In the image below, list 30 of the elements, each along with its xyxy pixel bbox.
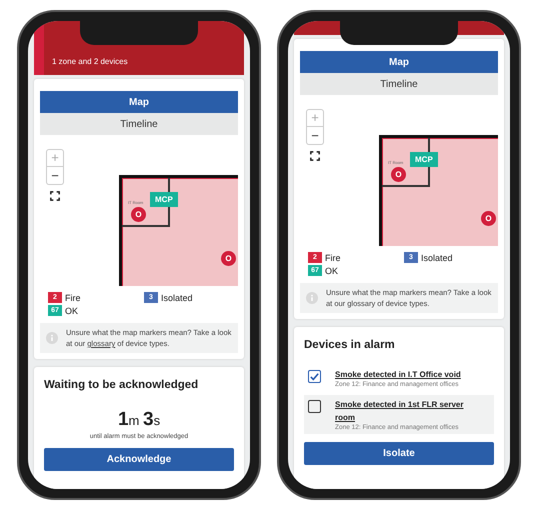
isolate-button[interactable]: Isolate bbox=[304, 442, 494, 465]
fire-marker[interactable]: O bbox=[131, 207, 146, 222]
device-link[interactable]: Smoke detected in 1st FLR server room bbox=[335, 398, 475, 424]
panel-title: Waiting to be acknowledged bbox=[44, 379, 200, 391]
legend-label: Fire bbox=[325, 252, 340, 262]
view-tab[interactable]: Timeline bbox=[40, 113, 238, 135]
fullscreen-icon[interactable] bbox=[310, 151, 320, 161]
view-tab[interactable]: Timeline bbox=[300, 73, 498, 95]
panel-title: Devices in alarm bbox=[304, 339, 396, 351]
legend-label: Isolated bbox=[421, 252, 453, 262]
info-icon bbox=[306, 292, 318, 304]
checkbox[interactable] bbox=[308, 370, 321, 383]
fire-marker[interactable]: O bbox=[481, 211, 496, 226]
countdown-timer: 1m 3s bbox=[116, 409, 162, 431]
device-link[interactable]: Smoke detected in I.T Office void bbox=[335, 368, 461, 381]
view-tab[interactable]: Map bbox=[40, 91, 238, 113]
checkbox[interactable] bbox=[308, 400, 321, 413]
acknowledge-button[interactable]: Acknowledge bbox=[44, 448, 234, 471]
fire-marker[interactable]: O bbox=[391, 167, 406, 182]
legend-label: Fire bbox=[65, 292, 80, 302]
fullscreen-icon[interactable] bbox=[50, 191, 60, 201]
legend-label: Isolated bbox=[161, 292, 193, 302]
banner-subtitle: 1 zone and 2 devices bbox=[52, 57, 128, 66]
legend-label: OK bbox=[325, 266, 338, 276]
fire-marker[interactable]: O bbox=[221, 251, 236, 266]
zoom-out-button[interactable]: − bbox=[306, 127, 324, 145]
legend-label: OK bbox=[65, 306, 78, 316]
zoom-out-button[interactable]: − bbox=[46, 167, 64, 185]
info-icon bbox=[46, 332, 58, 344]
view-tab[interactable]: Map bbox=[300, 51, 498, 73]
